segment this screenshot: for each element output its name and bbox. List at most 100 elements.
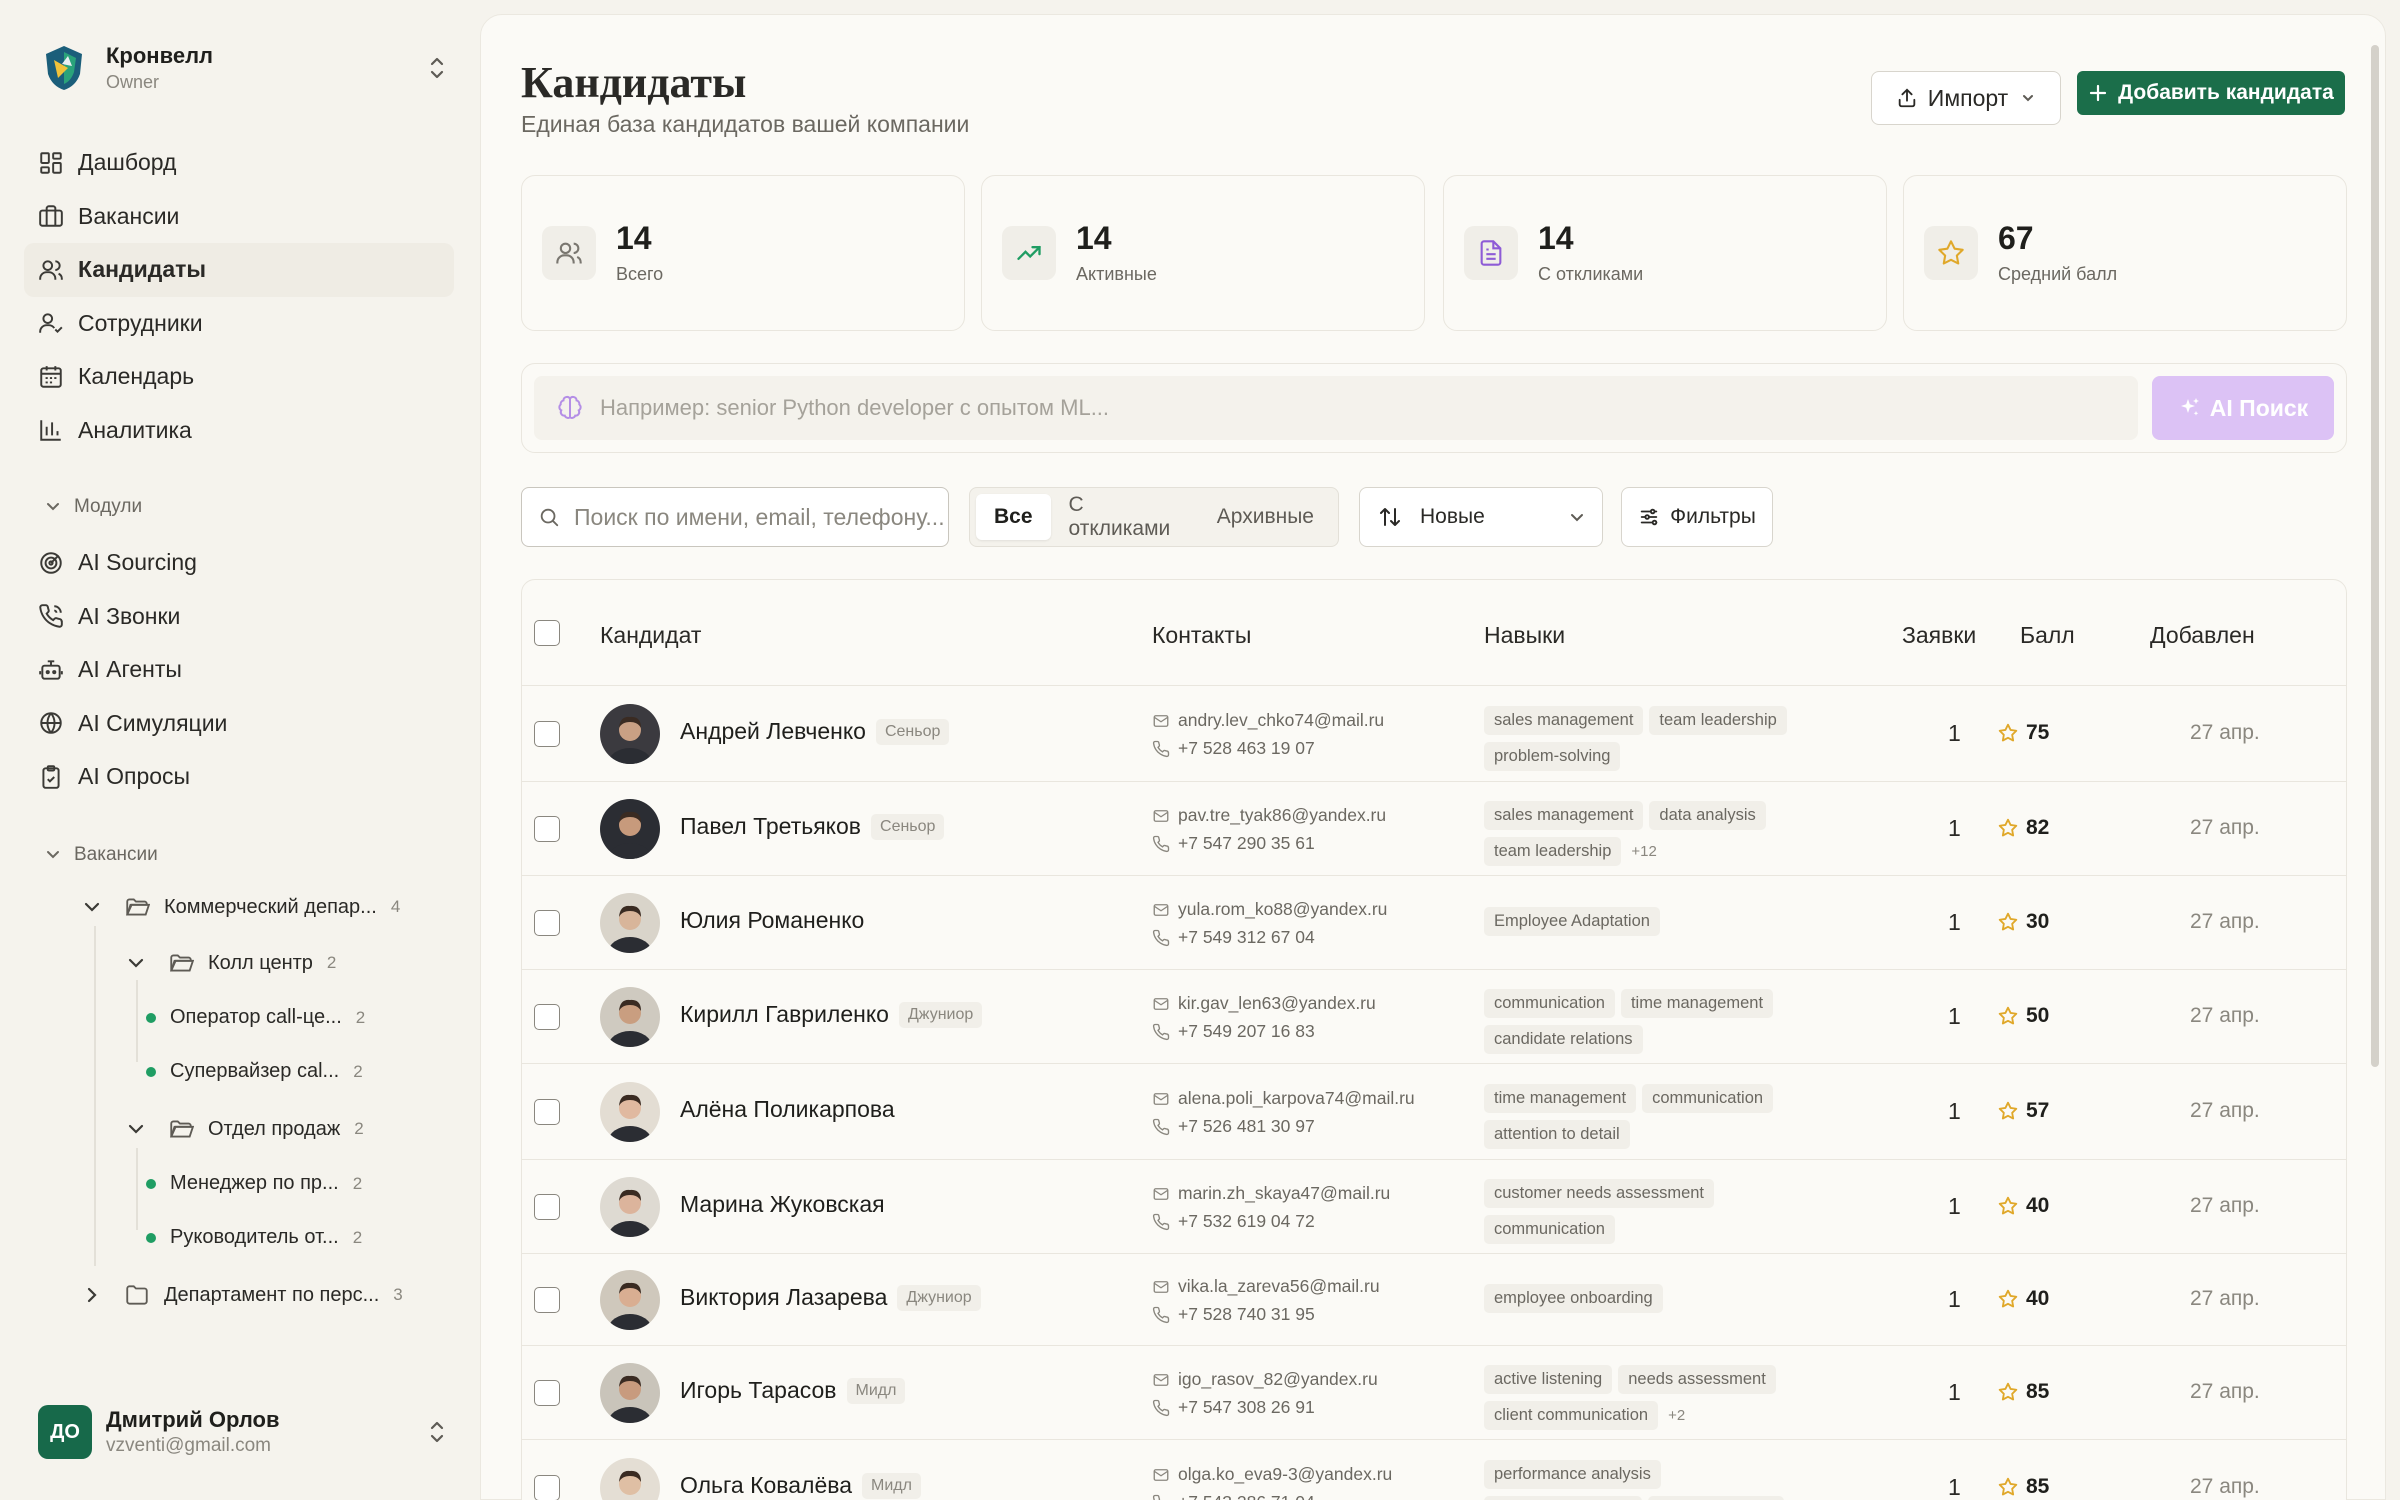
candidate-phone[interactable]: +7 526 481 30 97: [1152, 1116, 1315, 1137]
nav-item-ai-simulations[interactable]: AI Симуляции: [24, 697, 454, 751]
page-scrollbar[interactable]: [2371, 45, 2379, 1067]
candidate-email[interactable]: alena.poli_karpova74@mail.ru: [1152, 1088, 1415, 1109]
nav-item-analytics[interactable]: Аналитика: [24, 404, 454, 458]
tree-folder-hr[interactable]: Департамент по перс... 3: [82, 1282, 403, 1308]
tree-folder-sales[interactable]: Отдел продаж 2: [126, 1116, 364, 1142]
nav-item-dashboard[interactable]: Дашборд: [24, 136, 454, 190]
candidate-phone[interactable]: +7 532 619 04 72: [1152, 1211, 1315, 1232]
select-all-checkbox[interactable]: [534, 620, 560, 646]
segment-all[interactable]: Все: [976, 494, 1051, 540]
candidate-name-cell[interactable]: Ольга Ковалёва Мидл: [680, 1472, 921, 1499]
row-checkbox[interactable]: [534, 816, 560, 842]
tree-folder-call-center[interactable]: Колл центр 2: [126, 950, 336, 976]
table-row[interactable]: Павел Третьяков Сеньор pav.tre_tyak86@yand…: [522, 782, 2346, 876]
column-candidate[interactable]: Кандидат: [600, 622, 701, 649]
row-checkbox[interactable]: [534, 1380, 560, 1406]
candidate-email[interactable]: kir.gav_len63@yandex.ru: [1152, 993, 1376, 1014]
candidate-score: 50: [1998, 1004, 2049, 1028]
row-checkbox[interactable]: [534, 721, 560, 747]
import-button[interactable]: Импорт: [1871, 71, 2061, 125]
candidate-phone[interactable]: +7 549 207 16 83: [1152, 1021, 1315, 1042]
brain-icon: [558, 395, 582, 419]
candidate-email[interactable]: yula.rom_ko88@yandex.ru: [1152, 899, 1387, 920]
row-checkbox[interactable]: [534, 1004, 560, 1030]
tree-vacancy-operator[interactable]: Оператор call-це... 2: [146, 1006, 365, 1029]
tree-vacancy-sales-head[interactable]: Руководитель от... 2: [146, 1226, 362, 1249]
add-candidate-button[interactable]: Добавить кандидата: [2077, 71, 2345, 115]
table-row[interactable]: Виктория Лазарева Джуниор vika.la_zareva56…: [522, 1254, 2346, 1346]
tree-vacancy-supervisor[interactable]: Супервайзер cal... 2: [146, 1060, 363, 1083]
search-input[interactable]: Поиск по имени, email, телефону...: [521, 487, 949, 547]
candidate-name-cell[interactable]: Марина Жуковская: [680, 1191, 885, 1218]
filters-button[interactable]: Фильтры: [1621, 487, 1773, 547]
nav-label: Календарь: [78, 363, 195, 390]
candidate-name-cell[interactable]: Игорь Тарасов Мидл: [680, 1377, 906, 1404]
tree-vacancy-sales-manager[interactable]: Менеджер по пр... 2: [146, 1172, 362, 1195]
candidate-email[interactable]: olga.ko_eva9-3@yandex.ru: [1152, 1464, 1392, 1485]
candidate-email[interactable]: vika.la_zareva56@mail.ru: [1152, 1276, 1380, 1297]
ai-search-placeholder: Например: senior Python developer с опыт…: [600, 395, 1110, 420]
modules-section-header[interactable]: Модули: [44, 496, 142, 518]
nav-item-calendar[interactable]: Календарь: [24, 350, 454, 404]
ai-search-input[interactable]: Например: senior Python developer с опыт…: [534, 376, 2138, 440]
nav-item-ai-calls[interactable]: AI Звонки: [24, 590, 454, 644]
nav-item-candidates[interactable]: Кандидаты: [24, 243, 454, 297]
table-row[interactable]: Марина Жуковская marin.zh_skaya47@mail.ru…: [522, 1160, 2346, 1254]
nav-item-ai-sourcing[interactable]: AI Sourcing: [24, 536, 454, 590]
table-row[interactable]: Игорь Тарасов Мидл igo_rasov_82@yandex.ru +…: [522, 1346, 2346, 1440]
candidate-email[interactable]: marin.zh_skaya47@mail.ru: [1152, 1183, 1390, 1204]
row-checkbox[interactable]: [534, 910, 560, 936]
nav-item-ai-agents[interactable]: AI Агенты: [24, 643, 454, 697]
candidate-name-cell[interactable]: Юлия Романенко: [680, 907, 864, 934]
table-row[interactable]: Андрей Левченко Сеньор andry.lev_chko74@ma…: [522, 686, 2346, 782]
candidate-name-cell[interactable]: Виктория Лазарева Джуниор: [680, 1284, 981, 1311]
table-row[interactable]: Алёна Поликарпова alena.poli_karpova74@ma…: [522, 1064, 2346, 1160]
phone-icon: [1152, 1118, 1170, 1135]
nav-item-vacancies[interactable]: Вакансии: [24, 190, 454, 244]
candidate-email[interactable]: andry.lev_chko74@mail.ru: [1152, 710, 1384, 731]
column-added[interactable]: Добавлен: [2150, 622, 2255, 649]
candidate-name-cell[interactable]: Алёна Поликарпова: [680, 1096, 895, 1123]
candidate-phone[interactable]: +7 549 312 67 04: [1152, 927, 1315, 948]
row-checkbox[interactable]: [534, 1475, 560, 1500]
table-row[interactable]: Ольга Ковалёва Мидл olga.ko_eva9-3@yandex.…: [522, 1440, 2346, 1500]
stat-value: 14: [1076, 220, 1112, 256]
segment-with-responses[interactable]: С откликами: [1051, 493, 1199, 540]
more-skills-count[interactable]: +2: [1668, 1407, 1685, 1424]
star-icon: [1998, 723, 2018, 742]
table-row[interactable]: Кирилл Гавриленко Джуниор kir.gav_len63@ya…: [522, 970, 2346, 1064]
candidate-phone[interactable]: +7 528 463 19 07: [1152, 738, 1315, 759]
column-applications[interactable]: Заявки: [1902, 622, 1976, 649]
org-switcher[interactable]: Кронвелл Owner: [38, 36, 448, 100]
tree-count: 4: [390, 897, 401, 916]
stat-card-avg-score: 67 Средний балл: [1903, 175, 2347, 331]
candidate-email[interactable]: igo_rasov_82@yandex.ru: [1152, 1369, 1378, 1390]
star-icon: [1998, 818, 2018, 837]
vacancies-section-header[interactable]: Вакансии: [44, 844, 158, 866]
candidate-email[interactable]: pav.tre_tyak86@yandex.ru: [1152, 805, 1386, 826]
more-skills-count[interactable]: +12: [1631, 843, 1656, 860]
nav-item-employees[interactable]: Сотрудники: [24, 297, 454, 351]
candidate-phone[interactable]: +7 543 286 71 04: [1152, 1492, 1315, 1500]
candidate-phone[interactable]: +7 547 308 26 91: [1152, 1397, 1315, 1418]
column-score[interactable]: Балл: [2020, 622, 2075, 649]
tree-folder-commercial[interactable]: Коммерческий депар... 4: [82, 894, 400, 920]
candidate-name-cell[interactable]: Павел Третьяков Сеньор: [680, 813, 945, 840]
table-row[interactable]: Юлия Романенко yula.rom_ko88@yandex.ru +7 …: [522, 876, 2346, 970]
ai-search-button[interactable]: AI Поиск: [2152, 376, 2334, 440]
search-icon: [540, 508, 559, 527]
tree-label: Колл центр: [208, 951, 313, 974]
row-checkbox[interactable]: [534, 1099, 560, 1125]
row-checkbox[interactable]: [534, 1194, 560, 1220]
user-switcher[interactable]: ДО Дмитрий Орлов vzventi@gmail.com: [38, 1400, 448, 1464]
nav-item-ai-surveys[interactable]: AI Опросы: [24, 750, 454, 804]
row-checkbox[interactable]: [534, 1287, 560, 1313]
candidate-name-cell[interactable]: Андрей Левченко Сеньор: [680, 718, 950, 745]
candidate-phone[interactable]: +7 528 740 31 95: [1152, 1304, 1315, 1325]
skill-tag: time management: [1620, 989, 1774, 1018]
sort-select[interactable]: Новые: [1359, 487, 1603, 547]
candidate-phone[interactable]: +7 547 290 35 61: [1152, 833, 1315, 854]
segment-archived[interactable]: Архивные: [1199, 494, 1332, 540]
candidate-name-cell[interactable]: Кирилл Гавриленко Джуниор: [680, 1001, 983, 1028]
tree-guide-line: [136, 1148, 138, 1230]
